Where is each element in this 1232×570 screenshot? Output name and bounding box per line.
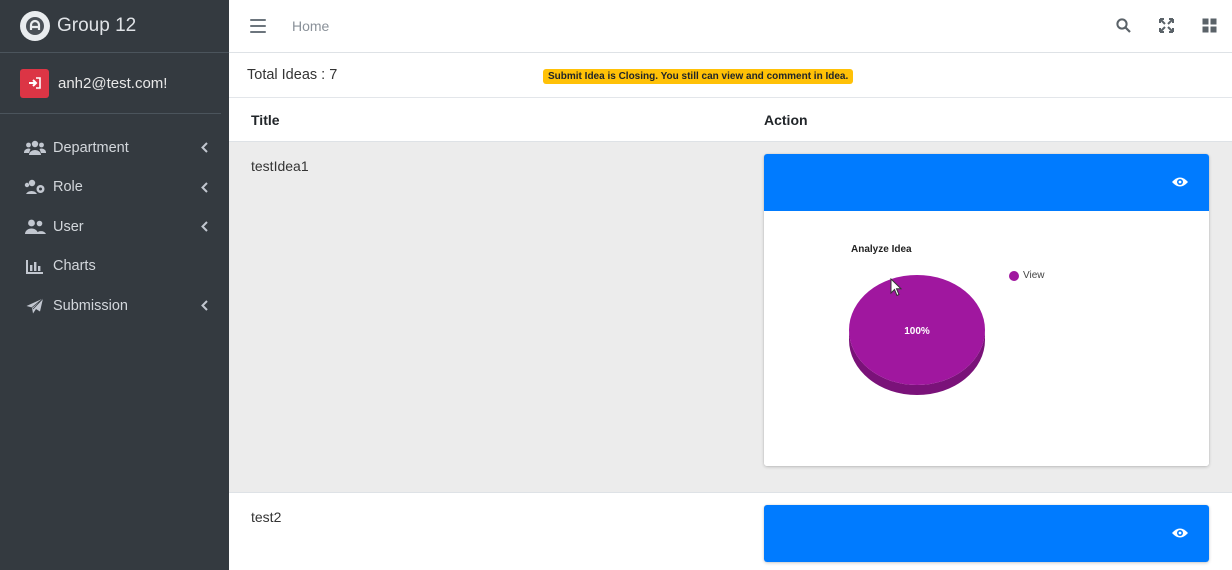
sidebar-item-submission[interactable]: Submission bbox=[0, 286, 229, 326]
search-icon[interactable] bbox=[1115, 17, 1132, 34]
sidebar-nav: Department Role User Charts Submission bbox=[0, 128, 229, 326]
sidebar-item-label: Charts bbox=[53, 258, 96, 275]
sidebar-item-label: Role bbox=[53, 179, 83, 196]
user-email[interactable]: anh2@test.com! bbox=[58, 75, 167, 92]
paper-plane-icon bbox=[24, 297, 46, 315]
brand-name: Group 12 bbox=[57, 15, 137, 36]
chevron-left-icon bbox=[199, 221, 209, 233]
users-cog-icon bbox=[24, 178, 46, 196]
hamburger-menu-icon[interactable] bbox=[250, 19, 266, 33]
sidebar-item-label: User bbox=[53, 218, 84, 235]
main-content: Total Ideas : 7 Submit Idea is Closing. … bbox=[229, 53, 1232, 570]
idea-title: test2 bbox=[251, 509, 282, 525]
column-header-title: Title bbox=[251, 111, 280, 128]
view-eye-icon[interactable] bbox=[1171, 526, 1189, 540]
app-root: Group 12 anh2@test.com! Department Role … bbox=[0, 0, 1232, 570]
sidebar-item-label: Department bbox=[53, 139, 129, 156]
idea-chart-card: Analyze Idea View 100% bbox=[764, 154, 1209, 466]
table-row: testIdea1 Analyze Idea View 100% bbox=[229, 142, 1232, 493]
grid-apps-icon[interactable] bbox=[1201, 17, 1218, 34]
users-group-icon bbox=[24, 139, 46, 157]
user-panel[interactable]: anh2@test.com! bbox=[0, 53, 221, 114]
brand-logo-icon bbox=[20, 11, 50, 41]
sidebar-item-department[interactable]: Department bbox=[0, 128, 229, 168]
chart-title: Analyze Idea bbox=[851, 244, 912, 255]
legend-label-view: View bbox=[1023, 270, 1045, 281]
closing-notice-badge: Submit Idea is Closing. You still can vi… bbox=[543, 69, 854, 84]
column-header-action: Action bbox=[764, 111, 808, 128]
table-row: test2 bbox=[229, 493, 1232, 570]
idea-chart-card bbox=[764, 505, 1209, 562]
chart-bar-icon bbox=[24, 257, 46, 275]
sidebar-item-role[interactable]: Role bbox=[0, 168, 229, 208]
sidebar-item-user[interactable]: User bbox=[0, 207, 229, 247]
pie-data-label: 100% bbox=[904, 326, 930, 337]
logout-icon[interactable] bbox=[20, 68, 49, 98]
user-friends-icon bbox=[24, 218, 46, 236]
total-ideas-count: Total Ideas : 7 bbox=[247, 67, 338, 83]
card-header bbox=[764, 154, 1209, 211]
sidebar-item-charts[interactable]: Charts bbox=[0, 247, 229, 287]
legend-swatch-view bbox=[1009, 270, 1019, 281]
chevron-left-icon bbox=[199, 300, 209, 312]
idea-title: testIdea1 bbox=[251, 158, 309, 174]
pie-chart[interactable]: 100% bbox=[849, 273, 994, 403]
card-header bbox=[764, 505, 1209, 562]
summary-bar: Total Ideas : 7 Submit Idea is Closing. … bbox=[229, 53, 1232, 98]
sidebar-item-label: Submission bbox=[53, 297, 128, 314]
home-link[interactable]: Home bbox=[292, 18, 329, 34]
topbar: Home bbox=[229, 0, 1232, 53]
sidebar: Group 12 anh2@test.com! Department Role … bbox=[0, 0, 229, 570]
chevron-left-icon bbox=[199, 142, 209, 154]
mouse-cursor-icon bbox=[890, 278, 903, 297]
view-eye-icon[interactable] bbox=[1171, 175, 1189, 189]
chart-legend[interactable]: View bbox=[1009, 270, 1045, 281]
chevron-left-icon bbox=[199, 181, 209, 193]
fullscreen-icon[interactable] bbox=[1158, 17, 1175, 34]
card-body: Analyze Idea View 100% bbox=[764, 211, 1209, 466]
table-header: Title Action bbox=[229, 98, 1232, 142]
brand[interactable]: Group 12 bbox=[0, 0, 229, 53]
topbar-actions bbox=[1115, 17, 1218, 34]
